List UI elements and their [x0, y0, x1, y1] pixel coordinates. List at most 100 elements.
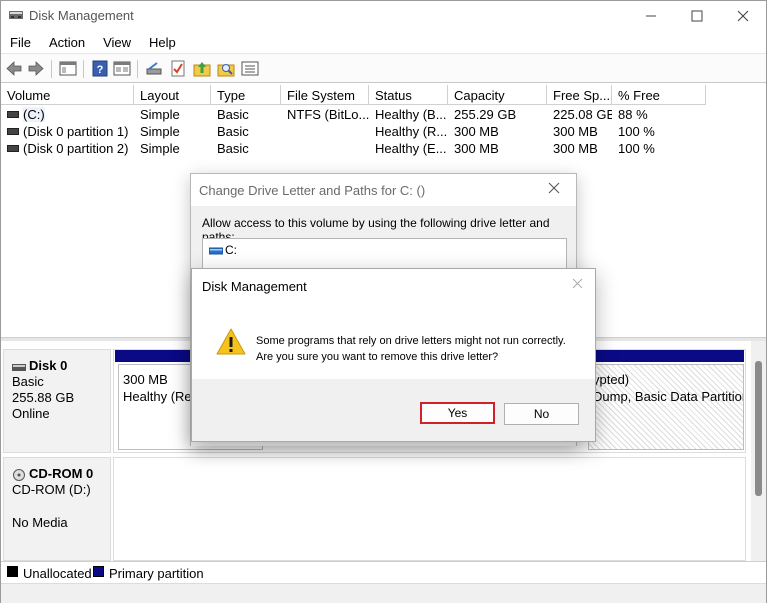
- forward-arrow-icon[interactable]: [27, 60, 45, 77]
- column-header-percent-free[interactable]: % Free: [612, 85, 706, 105]
- maximize-button[interactable]: [674, 1, 720, 31]
- minimize-icon: [645, 10, 657, 22]
- volume-name: (Disk 0 partition 1): [23, 124, 128, 139]
- drive-icon: [209, 247, 223, 255]
- change-dialog-title: Change Drive Letter and Paths for C: (): [199, 183, 425, 198]
- status-bar: [1, 583, 766, 603]
- show-hide-console-tree-icon[interactable]: [59, 60, 77, 77]
- menu-action[interactable]: Action: [40, 32, 94, 52]
- disk-0-state: Online: [12, 406, 110, 422]
- cell-free-space: 225.08 GB: [547, 107, 612, 124]
- drive-icon: [7, 128, 19, 135]
- legend: Unallocated Primary partition: [1, 561, 766, 583]
- change-dialog-close-button[interactable]: [540, 178, 568, 202]
- yes-button[interactable]: Yes: [420, 402, 495, 424]
- folder-search-icon[interactable]: [217, 60, 235, 77]
- confirm-remove-dialog: Disk Management Some programs that rely …: [191, 268, 596, 442]
- legend-unallocated: Unallocated: [23, 566, 92, 581]
- cdrom-0-label[interactable]: CD-ROM 0 CD-ROM (D:) No Media: [3, 457, 111, 561]
- disk-0-type: Basic: [12, 374, 110, 390]
- cell-layout: Simple: [134, 107, 211, 124]
- cell-percent-free: 88 %: [612, 107, 706, 124]
- disk-0-partition-c[interactable]: ypted) Dump, Basic Data Partition): [588, 364, 744, 450]
- confirm-message: Some programs that rely on drive letters…: [256, 333, 566, 365]
- folder-up-icon[interactable]: [193, 60, 211, 77]
- vertical-scrollbar[interactable]: [751, 341, 766, 561]
- title-bar: Disk Management: [1, 1, 766, 31]
- cell-capacity: 255.29 GB: [448, 107, 547, 124]
- list-item-label: C:: [225, 243, 237, 257]
- cell-capacity: 300 MB: [448, 141, 547, 158]
- cell-volume: (Disk 0 partition 2): [1, 141, 134, 158]
- drive-icon: [7, 145, 19, 152]
- drive-icon: [7, 111, 19, 118]
- window-title: Disk Management: [29, 8, 134, 23]
- cdrom-0-title: CD-ROM 0: [12, 466, 110, 482]
- confirm-dialog-close-button[interactable]: [567, 275, 587, 295]
- cell-status: Healthy (E...: [369, 141, 448, 158]
- disk-management-app-icon: [9, 9, 23, 21]
- cdrom-0-name: CD-ROM 0: [29, 466, 93, 481]
- cell-percent-free: 100 %: [612, 124, 706, 141]
- column-header-file-system[interactable]: File System: [281, 85, 369, 105]
- toolbar-separator: [51, 60, 52, 78]
- cell-type: Basic: [211, 107, 281, 124]
- back-arrow-icon[interactable]: [5, 60, 23, 77]
- cell-status: Healthy (B...: [369, 107, 448, 124]
- cd-rom-icon: [12, 469, 26, 481]
- cell-free-space: 300 MB: [547, 141, 612, 158]
- properties-icon[interactable]: [113, 60, 131, 77]
- close-window-button[interactable]: [720, 1, 766, 31]
- column-header-status[interactable]: Status: [369, 85, 448, 105]
- legend-primary-partition: Primary partition: [109, 566, 204, 581]
- check-icon[interactable]: [169, 60, 187, 77]
- scrollbar-thumb[interactable]: [755, 361, 762, 496]
- cdrom-0-drive: CD-ROM (D:): [12, 482, 110, 498]
- menu-bar: File Action View Help: [1, 32, 766, 52]
- close-icon: [737, 10, 749, 22]
- svg-text:?: ?: [97, 64, 104, 76]
- cell-layout: Simple: [134, 141, 211, 158]
- unallocated-swatch: [7, 566, 18, 577]
- connect-icon[interactable]: [145, 60, 163, 77]
- partition-c-line-2: Dump, Basic Data Partition): [593, 388, 743, 405]
- cell-volume: (Disk 0 partition 1): [1, 124, 134, 141]
- column-header-free-space[interactable]: Free Sp...: [547, 85, 612, 105]
- menu-help[interactable]: Help: [140, 32, 185, 52]
- cell-file-system: NTFS (BitLo...: [281, 107, 369, 124]
- disk-0-title: Disk 0: [12, 358, 110, 374]
- menu-view[interactable]: View: [94, 32, 140, 52]
- warning-icon: [216, 327, 246, 357]
- confirm-message-line-1: Some programs that rely on drive letters…: [256, 333, 566, 349]
- help-icon[interactable]: ?: [91, 60, 109, 77]
- toolbar-separator: [137, 60, 138, 78]
- disk-0-label[interactable]: Disk 0 Basic 255.88 GB Online: [3, 349, 111, 453]
- close-icon: [548, 182, 560, 194]
- menu-file[interactable]: File: [1, 32, 40, 52]
- primary-partition-swatch: [93, 566, 104, 577]
- cell-capacity: 300 MB: [448, 124, 547, 141]
- cell-percent-free: 100 %: [612, 141, 706, 158]
- maximize-icon: [691, 10, 703, 22]
- volume-name: (C:): [23, 107, 45, 122]
- list-item[interactable]: C:: [209, 243, 237, 257]
- column-header-volume[interactable]: Volume: [1, 85, 134, 105]
- toolbar: ?: [1, 53, 766, 83]
- cell-status: Healthy (R...: [369, 124, 448, 141]
- column-header-layout[interactable]: Layout: [134, 85, 211, 105]
- disk-0-size: 255.88 GB: [12, 390, 110, 406]
- column-header-type[interactable]: Type: [211, 85, 281, 105]
- disk-0-name: Disk 0: [29, 358, 67, 373]
- minimize-button[interactable]: [628, 1, 674, 31]
- column-header-capacity[interactable]: Capacity: [448, 85, 547, 105]
- cell-layout: Simple: [134, 124, 211, 141]
- no-button[interactable]: No: [504, 403, 579, 425]
- cell-file-system: [281, 124, 369, 141]
- cell-type: Basic: [211, 141, 281, 158]
- close-icon: [572, 278, 583, 289]
- spacer: [12, 498, 110, 515]
- cdrom-0-media: No Media: [12, 515, 110, 531]
- volume-name: (Disk 0 partition 2): [23, 141, 128, 156]
- list-view-icon[interactable]: [241, 60, 259, 77]
- confirm-dialog-footer: Yes No: [192, 379, 595, 441]
